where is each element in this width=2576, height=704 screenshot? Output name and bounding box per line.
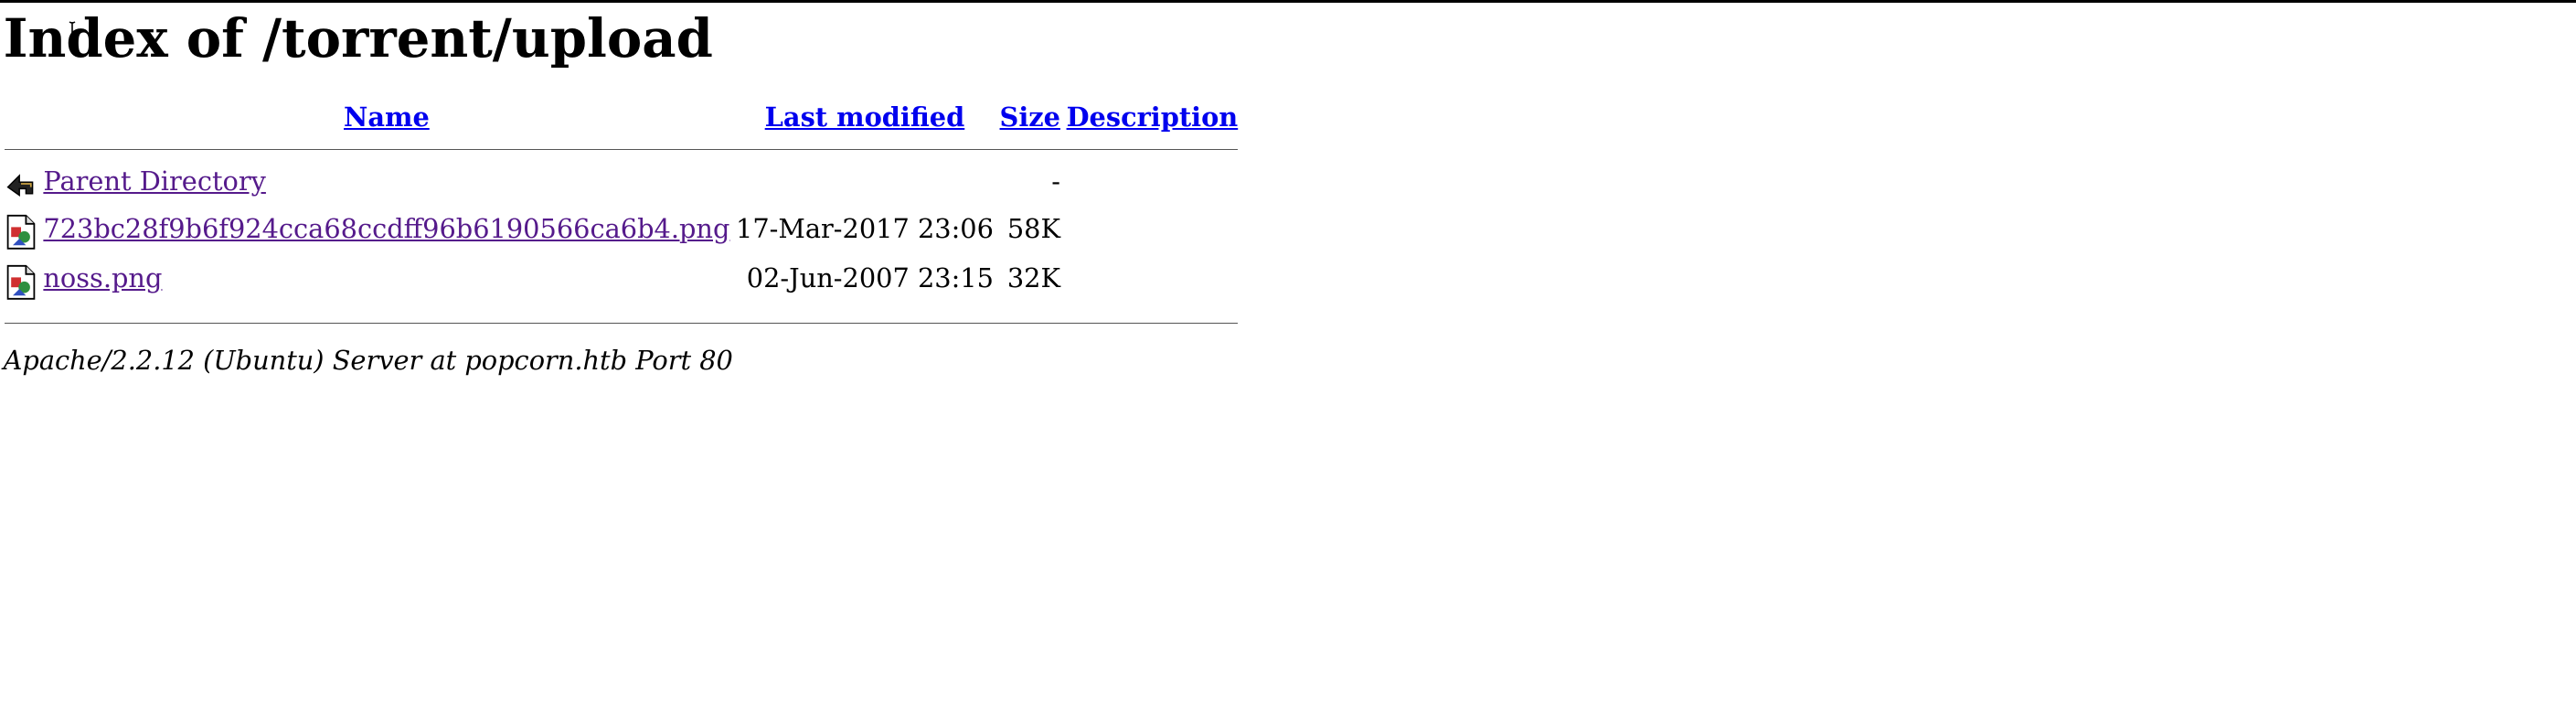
footer-divider (4, 323, 1239, 324)
file-listing-table: Name Last modified Size Description Pare… (0, 98, 1242, 338)
modified-cell: 17-Mar-2017 23:06 (736, 212, 994, 244)
sort-by-size-link[interactable]: Size (1000, 101, 1060, 133)
description-cell (1065, 211, 1240, 259)
parent-directory-link[interactable]: Parent Directory (43, 165, 266, 197)
icon-column-header (3, 101, 39, 135)
description-cell (1065, 261, 1240, 309)
separator-row (3, 312, 1240, 336)
size-cell: 58K (1006, 212, 1060, 244)
table-header-row: Name Last modified Size Description (3, 101, 1240, 135)
table-row: noss.png 02-Jun-2007 23:15 32K (3, 261, 1240, 309)
table-row: 723bc28f9b6f924cca68ccdff96b6190566ca6b4… (3, 211, 1240, 259)
modified-cell: 02-Jun-2007 23:15 (746, 262, 994, 294)
sort-by-last-modified-link[interactable]: Last modified (765, 101, 965, 133)
file-link[interactable]: noss.png (43, 262, 162, 293)
server-signature: Apache/2.2.12 (Ubuntu) Server at popcorn… (3, 345, 733, 377)
size-column-header: Size (998, 101, 1062, 135)
back-arrow-icon (6, 174, 34, 197)
sort-by-description-link[interactable]: Description (1067, 101, 1239, 133)
separator-row (3, 137, 1240, 161)
name-column-header: Name (42, 101, 732, 135)
modified-cell (734, 164, 995, 208)
header-divider (4, 148, 1239, 150)
size-cell: - (1051, 165, 1060, 197)
table-row: Parent Directory - (3, 164, 1240, 208)
text-cursor-icon (69, 21, 76, 41)
size-cell: 32K (1006, 262, 1060, 294)
sort-by-name-link[interactable]: Name (344, 101, 430, 133)
image-file-icon (6, 215, 36, 250)
page-title: Index of /torrent/upload (3, 6, 713, 69)
file-link[interactable]: 723bc28f9b6f924cca68ccdff96b6190566ca6b4… (43, 213, 729, 244)
directory-listing-page: Index of /torrent/upload Name Last modif… (0, 0, 1242, 376)
image-file-icon (6, 265, 36, 300)
last-modified-column-header: Last modified (734, 101, 995, 135)
description-column-header: Description (1065, 101, 1240, 135)
description-cell (1065, 164, 1240, 208)
